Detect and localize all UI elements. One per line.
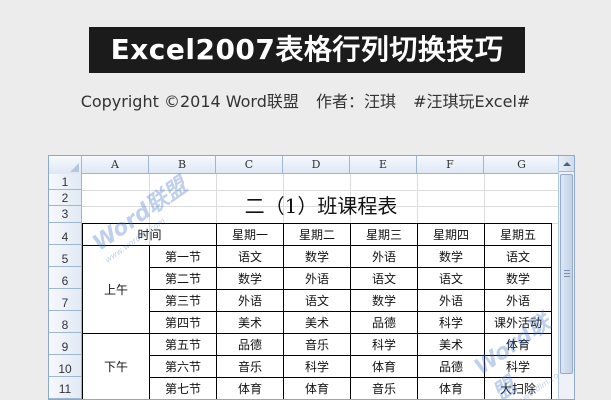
column-header-bar: A B C D E F G (49, 156, 574, 174)
subject-cell[interactable]: 品德 (417, 355, 485, 378)
table-header-row: 时间 星期一 星期二 星期三 星期四 星期五 (82, 223, 552, 246)
row-header-7[interactable]: 7 (49, 289, 82, 311)
spreadsheet-window: A B C D E F G 1 2 3 4 5 6 7 8 9 10 11 二（… (48, 155, 575, 400)
subject-cell[interactable]: 课外活动 (484, 311, 552, 334)
day-header-cell[interactable]: 星期三 (350, 223, 418, 246)
subject-cell[interactable]: 大扫除 (484, 377, 552, 399)
period-cell[interactable]: 第一节 (149, 245, 217, 268)
day-header-cell[interactable]: 星期一 (216, 223, 284, 246)
grip-icon (564, 270, 570, 277)
column-header-b[interactable]: B (149, 156, 216, 174)
subject-cell[interactable]: 科学 (417, 311, 485, 334)
subject-cell[interactable]: 外语 (283, 267, 351, 290)
subject-cell[interactable]: 外语 (216, 289, 284, 312)
scroll-up-arrow-icon[interactable] (559, 156, 574, 172)
row-header-4[interactable]: 4 (49, 223, 82, 245)
schedule-table: 时间 星期一 星期二 星期三 星期四 星期五 上午 第一节 语文 数学 外语 数… (82, 223, 552, 399)
period-cell[interactable]: 第七节 (149, 377, 217, 399)
subject-cell[interactable]: 数学 (216, 267, 284, 290)
period-cell[interactable]: 第二节 (149, 267, 217, 290)
period-cell[interactable]: 第四节 (149, 311, 217, 334)
subject-cell[interactable]: 体育 (283, 377, 351, 399)
row-header-11[interactable]: 11 (49, 377, 82, 399)
subject-cell[interactable]: 美术 (417, 333, 485, 356)
table-row: 第二节 数学 外语 语文 语文 数学 (83, 267, 552, 290)
subject-cell[interactable]: 音乐 (216, 355, 284, 378)
vertical-scrollbar[interactable] (558, 156, 574, 399)
row-header-2[interactable]: 2 (49, 190, 82, 206)
period-cell[interactable]: 第六节 (149, 355, 217, 378)
subject-cell[interactable]: 品德 (350, 311, 418, 334)
subject-cell[interactable]: 外语 (417, 289, 485, 312)
day-header-cell[interactable]: 星期四 (417, 223, 485, 246)
column-header-e[interactable]: E (350, 156, 417, 174)
subject-cell[interactable]: 数学 (350, 289, 418, 312)
column-header-d[interactable]: D (283, 156, 350, 174)
column-header-f[interactable]: F (417, 156, 484, 174)
byline: Copyright ©2014 Word联盟 作者：汪琪 #汪琪玩Excel# (0, 88, 611, 112)
tag-text: #汪琪玩Excel# (413, 92, 531, 111)
subject-cell[interactable]: 外语 (350, 245, 418, 268)
subject-cell[interactable]: 语文 (417, 267, 485, 290)
period-cell[interactable]: 第三节 (149, 289, 217, 312)
author-text: 作者：汪琪 (315, 92, 396, 111)
subject-cell[interactable]: 体育 (216, 377, 284, 399)
row-header-8[interactable]: 8 (49, 311, 82, 333)
subject-cell[interactable]: 品德 (216, 333, 284, 356)
subject-cell[interactable]: 数学 (283, 245, 351, 268)
scrollbar-thumb[interactable] (560, 174, 573, 374)
period-cell[interactable]: 第五节 (149, 333, 217, 356)
table-row: 第四节 美术 美术 品德 科学 课外活动 (83, 311, 552, 334)
subject-cell[interactable]: 语文 (216, 245, 284, 268)
subject-cell[interactable]: 科学 (350, 333, 418, 356)
day-header-cell[interactable]: 星期二 (283, 223, 351, 246)
subject-cell[interactable]: 体育 (350, 355, 418, 378)
row-header-6[interactable]: 6 (49, 267, 82, 289)
morning-label-cell[interactable]: 上午 (82, 245, 150, 334)
copyright-text: Copyright ©2014 Word联盟 (80, 92, 299, 111)
row-header-10[interactable]: 10 (49, 355, 82, 377)
table-row: 第三节 外语 语文 数学 外语 外语 (83, 289, 552, 312)
row-header-9[interactable]: 9 (49, 333, 82, 355)
subject-cell[interactable]: 数学 (484, 267, 552, 290)
row-header-1[interactable]: 1 (49, 174, 82, 190)
column-header-a[interactable]: A (82, 156, 149, 174)
sheet-title[interactable]: 二（1）班课程表 (82, 191, 560, 221)
subject-cell[interactable]: 美术 (216, 311, 284, 334)
subject-cell[interactable]: 体育 (484, 333, 552, 356)
subject-cell[interactable]: 语文 (350, 267, 418, 290)
subject-cell[interactable]: 语文 (283, 289, 351, 312)
time-header-cell[interactable]: 时间 (82, 223, 217, 246)
subject-cell[interactable]: 数学 (417, 245, 485, 268)
day-header-cell[interactable]: 星期五 (484, 223, 552, 246)
subject-cell[interactable]: 科学 (283, 355, 351, 378)
subject-cell[interactable]: 体育 (417, 377, 485, 399)
row-header-5[interactable]: 5 (49, 245, 82, 267)
subject-cell[interactable]: 音乐 (283, 333, 351, 356)
subject-cell[interactable]: 美术 (283, 311, 351, 334)
table-row: 下午 第五节 品德 音乐 科学 美术 体育 (82, 333, 552, 399)
table-row: 第六节 音乐 科学 体育 品德 科学 (83, 355, 552, 378)
column-header-g[interactable]: G (484, 156, 560, 174)
subject-cell[interactable]: 科学 (484, 355, 552, 378)
subject-cell[interactable]: 语文 (484, 245, 552, 268)
subject-cell[interactable]: 音乐 (350, 377, 418, 399)
subject-cell[interactable]: 外语 (484, 289, 552, 312)
select-all-corner[interactable] (49, 156, 82, 174)
banner-title: Excel2007表格行列切换技巧 (89, 27, 525, 73)
table-row: 上午 第一节 语文 数学 外语 数学 语文 (82, 245, 552, 334)
row-header-3[interactable]: 3 (49, 206, 82, 223)
afternoon-label-cell[interactable]: 下午 (82, 333, 150, 399)
table-row: 第七节 体育 体育 音乐 体育 大扫除 (83, 377, 552, 399)
column-header-c[interactable]: C (216, 156, 283, 174)
